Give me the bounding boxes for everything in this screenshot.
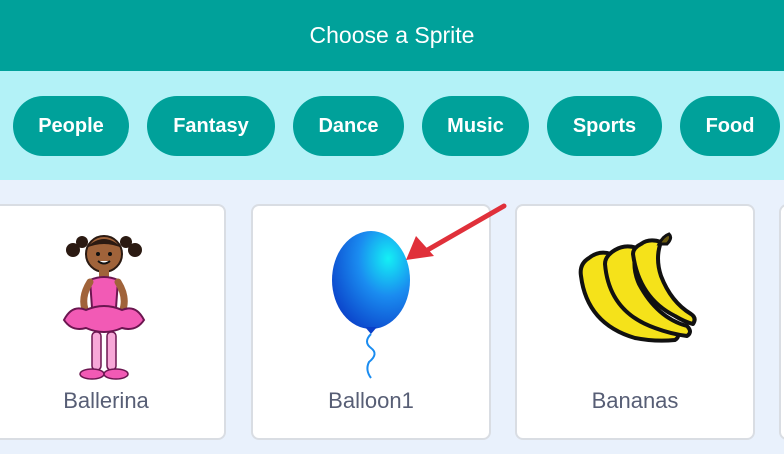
annotation-arrow-icon <box>406 203 507 260</box>
category-filter-bar: People Fantasy Dance Music Sports Food <box>0 71 784 180</box>
bananas-icon <box>578 232 697 343</box>
dialog-header: Choose a Sprite <box>0 0 784 71</box>
ballerina-icon <box>62 235 146 380</box>
sprite-card-bananas[interactable]: Bananas <box>515 204 755 440</box>
sprite-card-ballerina[interactable]: Ballerina <box>0 204 226 440</box>
category-fantasy-button[interactable]: Fantasy <box>147 96 275 156</box>
sprite-name: Bananas <box>591 388 679 413</box>
category-food-button[interactable]: Food <box>680 96 780 156</box>
sprite-card-partial[interactable] <box>779 204 784 440</box>
category-music-button[interactable]: Music <box>422 96 529 156</box>
sprite-name: Balloon1 <box>328 388 414 413</box>
sprite-grid: Ballerina Balloon1 Bananas <box>0 180 784 454</box>
dialog-title: Choose a Sprite <box>309 22 475 48</box>
category-people-button[interactable]: People <box>13 96 129 156</box>
category-dance-button[interactable]: Dance <box>293 96 404 156</box>
sprite-name: Ballerina <box>63 388 149 413</box>
category-sports-button[interactable]: Sports <box>547 96 662 156</box>
